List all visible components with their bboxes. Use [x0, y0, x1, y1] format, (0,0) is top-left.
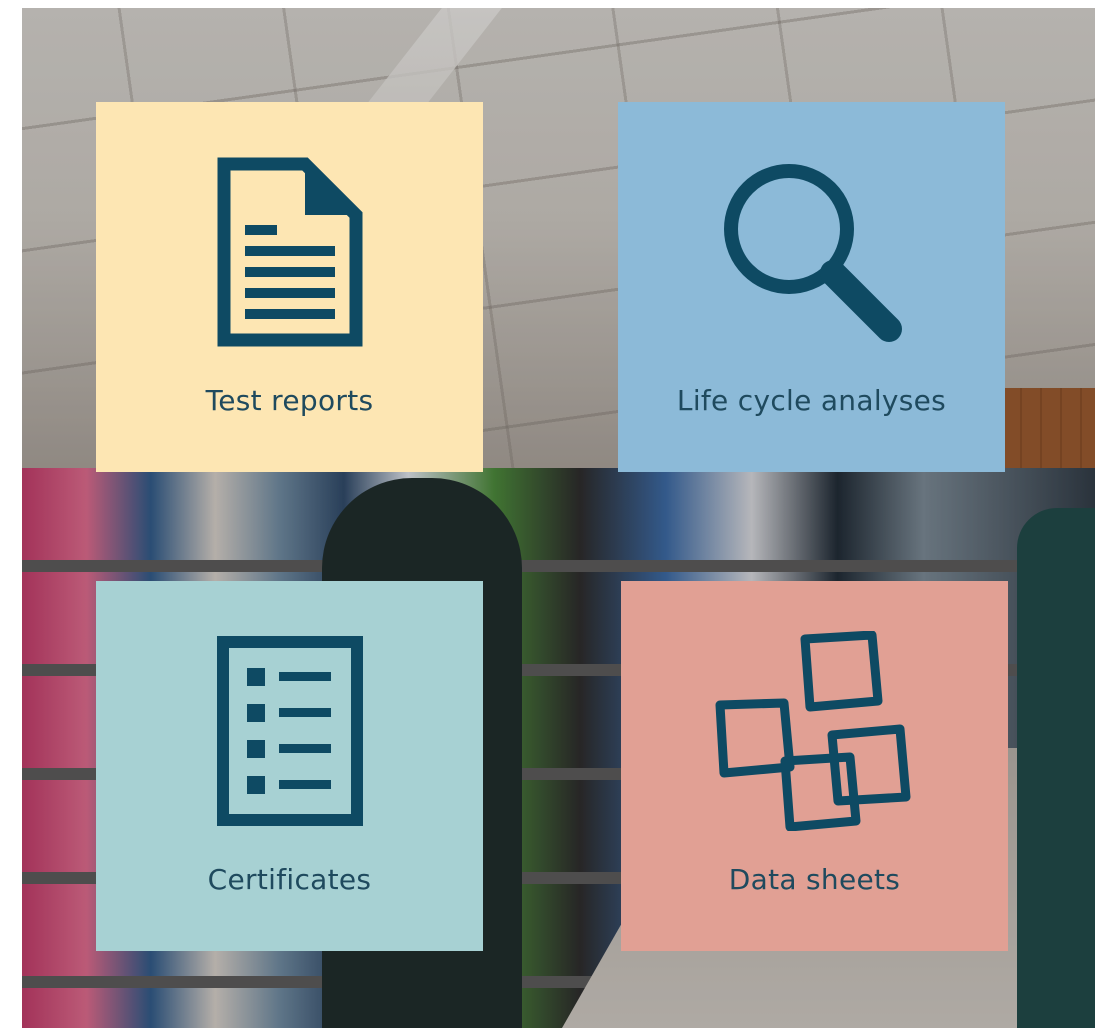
- tile-life-cycle-analyses[interactable]: Life cycle analyses: [618, 102, 1005, 472]
- hero-background: ÆG Test reports Life cycle anal: [22, 8, 1095, 1028]
- tile-certificates[interactable]: Certificates: [96, 581, 483, 951]
- tile-label: Data sheets: [728, 863, 901, 896]
- tile-label: Test reports: [205, 384, 374, 417]
- checklist-icon: [96, 631, 483, 831]
- magnifier-icon: [618, 152, 1005, 352]
- tile-label: Certificates: [207, 863, 372, 896]
- stacked-sheets-icon: [621, 631, 1008, 831]
- tile-data-sheets[interactable]: Data sheets: [621, 581, 1008, 951]
- tile-test-reports[interactable]: Test reports: [96, 102, 483, 472]
- document-icon: [96, 152, 483, 352]
- tile-label: Life cycle analyses: [676, 384, 947, 417]
